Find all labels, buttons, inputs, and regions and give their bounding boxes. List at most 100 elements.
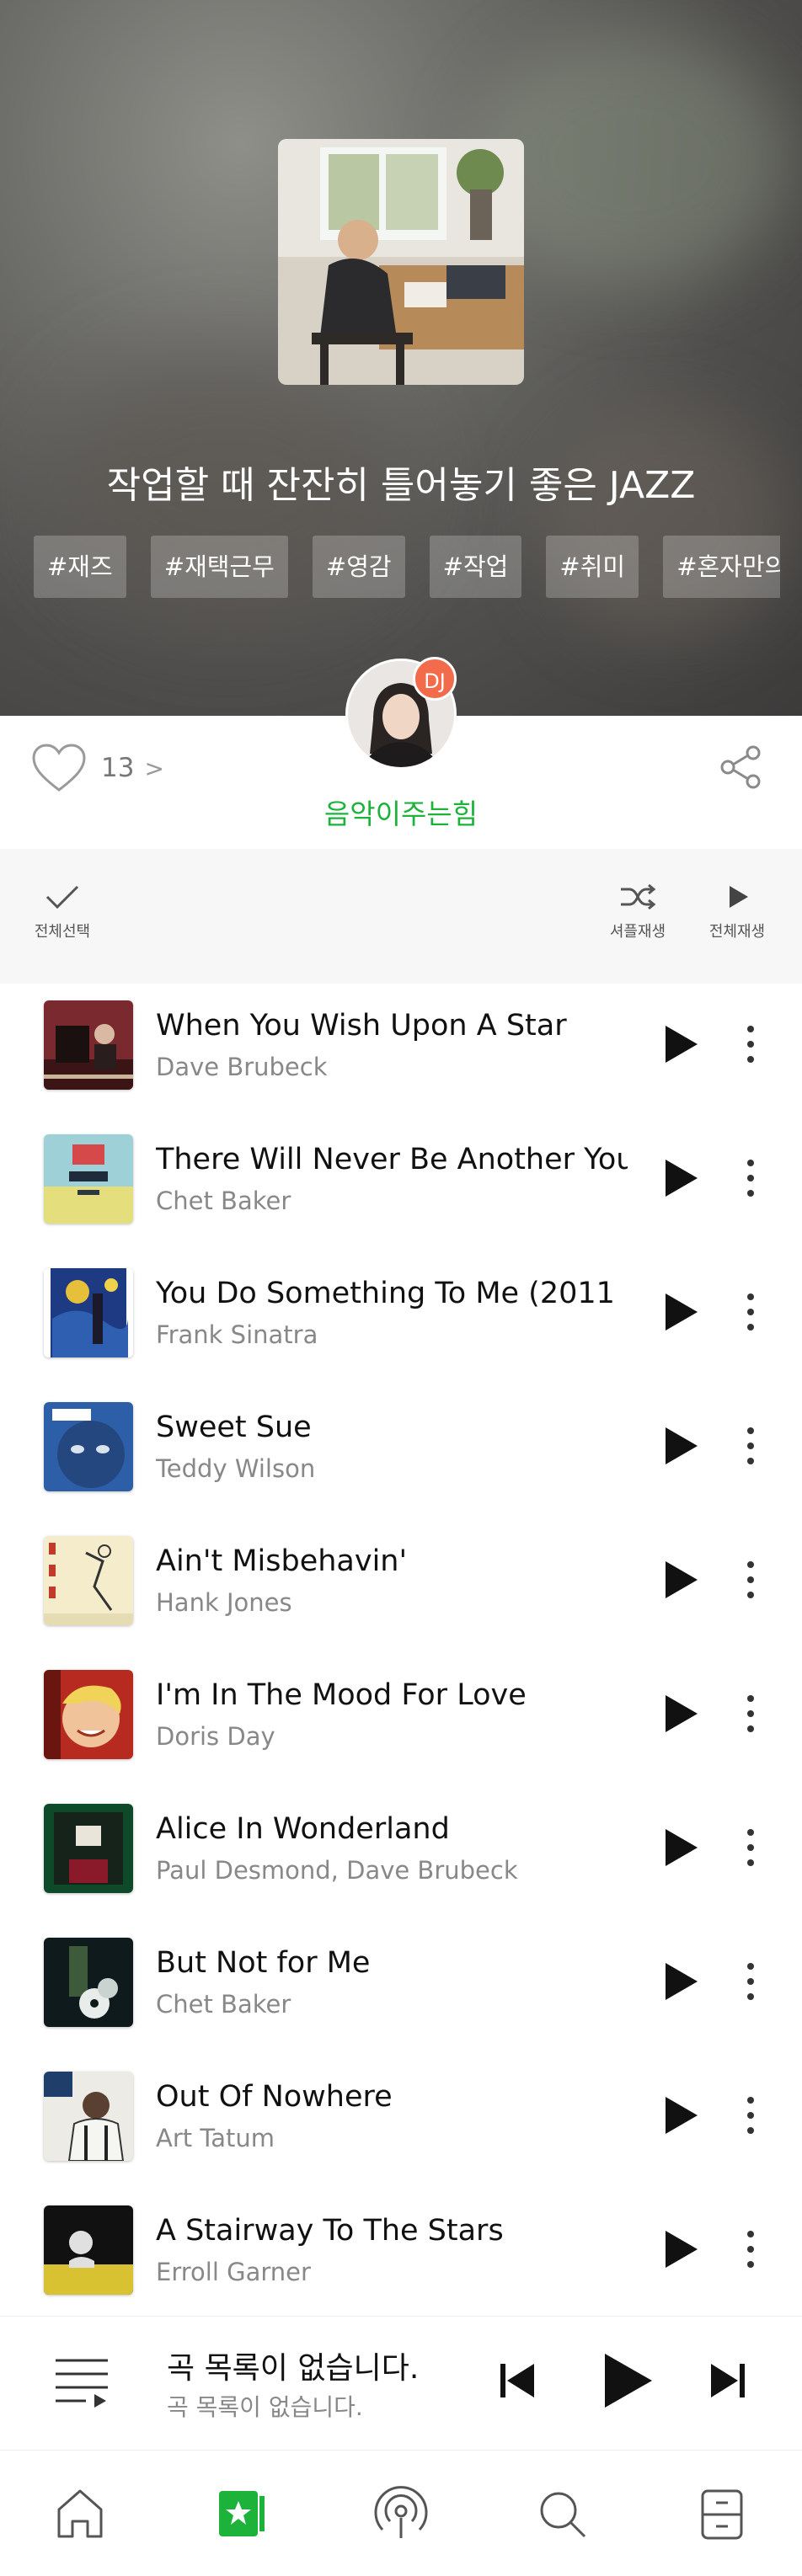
play-icon[interactable]: [659, 1558, 703, 1602]
play-icon[interactable]: [659, 1424, 703, 1468]
more-options-icon[interactable]: [738, 1960, 763, 2003]
play-all-button[interactable]: 전체재생: [699, 883, 775, 941]
tag-list: #재즈 #재택근무 #영감 #작업 #취미 #혼자만의시: [34, 536, 780, 598]
track-title: When You Wish Upon A Star: [156, 1009, 567, 1043]
album-art[interactable]: [44, 1000, 133, 1090]
play-all-label: 전체재생: [708, 923, 766, 941]
playlist-icon[interactable]: [52, 2352, 111, 2411]
track-row[interactable]: I'm In The Mood For Love Doris Day: [0, 1646, 802, 1780]
play-icon[interactable]: [659, 2093, 703, 2137]
track-artist[interactable]: Teddy Wilson: [156, 1454, 628, 1483]
my-music-icon[interactable]: [212, 2484, 271, 2543]
heart-icon[interactable]: [30, 743, 88, 793]
track-row[interactable]: But Not for Me Chet Baker: [0, 1914, 802, 2048]
track-title: Ain't Misbehavin': [156, 1544, 408, 1578]
track-row[interactable]: Ain't Misbehavin' Hank Jones: [0, 1512, 802, 1646]
select-all-label: 전체선택: [34, 923, 91, 941]
track-artist[interactable]: Chet Baker: [156, 1990, 628, 2019]
previous-track-icon[interactable]: [495, 2359, 539, 2403]
now-playing-subtitle: 곡 목록이 없습니다.: [167, 2393, 363, 2421]
track-artist[interactable]: Dave Brubeck: [156, 1053, 628, 1081]
album-art[interactable]: [44, 1402, 133, 1491]
track-row[interactable]: You Do Something To Me (2011 Frank Sinat…: [0, 1245, 802, 1379]
track-artist[interactable]: Paul Desmond, Dave Brubeck: [156, 1856, 628, 1885]
track-row[interactable]: Sweet Sue Teddy Wilson: [0, 1379, 802, 1512]
album-art[interactable]: [44, 1268, 133, 1357]
like-count[interactable]: 13: [101, 753, 134, 783]
more-options-icon[interactable]: [738, 1424, 763, 1468]
tag-chip[interactable]: #작업: [429, 536, 522, 598]
like-list-arrow[interactable]: >: [144, 755, 163, 782]
play-icon[interactable]: [659, 1692, 703, 1736]
album-art[interactable]: [44, 2072, 133, 2161]
tag-chip[interactable]: #영감: [312, 536, 405, 598]
tag-chip[interactable]: #재택근무: [150, 536, 288, 598]
track-title: I'm In The Mood For Love: [156, 1678, 527, 1712]
more-options-icon[interactable]: [738, 1558, 763, 1602]
playlist-toolbar: [0, 849, 802, 984]
now-playing-title[interactable]: 곡 목록이 없습니다.: [167, 2344, 419, 2387]
album-art[interactable]: [44, 1536, 133, 1625]
playlist-title: 작업할 때 잔잔히 틀어놓기 좋은 JAZZ: [106, 464, 696, 507]
library-icon[interactable]: [692, 2484, 751, 2543]
track-artist[interactable]: Frank Sinatra: [156, 1320, 628, 1349]
more-options-icon[interactable]: [738, 1826, 763, 1869]
track-title: But Not for Me: [156, 1946, 371, 1980]
shuffle-play-button[interactable]: 셔플재생: [600, 883, 676, 941]
more-options-icon[interactable]: [738, 2227, 763, 2271]
track-artist[interactable]: Hank Jones: [156, 1588, 628, 1617]
track-title: Sweet Sue: [156, 1411, 312, 1444]
tag-chip[interactable]: #혼자만의시: [663, 536, 780, 598]
album-art[interactable]: [44, 1804, 133, 1893]
podcast-icon[interactable]: [372, 2484, 430, 2543]
play-icon[interactable]: [659, 1826, 703, 1869]
play-icon[interactable]: [659, 1156, 703, 1200]
more-options-icon[interactable]: [738, 1290, 763, 1334]
play-icon[interactable]: [659, 1960, 703, 2003]
track-row[interactable]: Out Of Nowhere Art Tatum: [0, 2048, 802, 2182]
playlist-cover-image[interactable]: [278, 139, 524, 385]
select-all-button[interactable]: 전체선택: [27, 883, 98, 941]
play-icon[interactable]: [596, 2350, 655, 2411]
more-options-icon[interactable]: [738, 2093, 763, 2137]
dj-name[interactable]: 음악이주는힘: [0, 792, 802, 832]
track-artist[interactable]: Erroll Garner: [156, 2258, 628, 2286]
mini-player: 곡 목록이 없습니다. 곡 목록이 없습니다.: [0, 2316, 802, 2451]
album-art[interactable]: [44, 1134, 133, 1224]
more-options-icon[interactable]: [738, 1692, 763, 1736]
play-icon[interactable]: [659, 2227, 703, 2271]
tag-chip[interactable]: #재즈: [34, 536, 126, 598]
play-icon[interactable]: [659, 1290, 703, 1334]
playlist-hero: 작업할 때 잔잔히 틀어놓기 좋은 JAZZ #재즈 #재택근무 #영감 #작업…: [0, 0, 802, 716]
track-title: There Will Never Be Another You: [156, 1143, 628, 1176]
track-artist[interactable]: Doris Day: [156, 1722, 628, 1751]
bottom-nav: [0, 2451, 802, 2576]
play-icon[interactable]: [659, 1022, 703, 1066]
search-icon[interactable]: [532, 2484, 591, 2543]
track-title: You Do Something To Me (2011: [156, 1277, 615, 1310]
track-row[interactable]: When You Wish Upon A Star Dave Brubeck: [0, 977, 802, 1111]
track-artist[interactable]: Art Tatum: [156, 2124, 628, 2152]
playlist-page: 작업할 때 잔잔히 틀어놓기 좋은 JAZZ #재즈 #재택근무 #영감 #작업…: [0, 0, 802, 2576]
track-title: Alice In Wonderland: [156, 1812, 450, 1846]
more-options-icon[interactable]: [738, 1022, 763, 1066]
shuffle-play-label: 셔플재생: [609, 923, 666, 941]
checkmark-icon: [45, 885, 79, 909]
track-row[interactable]: A Stairway To The Stars Erroll Garner: [0, 2182, 802, 2316]
next-track-icon[interactable]: [706, 2359, 750, 2403]
album-art[interactable]: [44, 1670, 133, 1759]
track-row[interactable]: Alice In Wonderland Paul Desmond, Dave B…: [0, 1780, 802, 1914]
track-title: A Stairway To The Stars: [156, 2214, 504, 2248]
like-section: 13 >: [30, 741, 164, 795]
track-artist[interactable]: Chet Baker: [156, 1187, 628, 1215]
home-icon[interactable]: [51, 2484, 110, 2543]
track-list: When You Wish Upon A Star Dave Brubeck T…: [0, 977, 802, 2316]
share-icon[interactable]: [716, 743, 765, 792]
album-art[interactable]: [44, 2205, 133, 2295]
play-icon: [730, 886, 748, 908]
album-art[interactable]: [44, 1938, 133, 2027]
more-options-icon[interactable]: [738, 1156, 763, 1200]
tag-chip[interactable]: #취미: [546, 536, 639, 598]
dj-badge: DJ: [413, 657, 457, 701]
track-row[interactable]: There Will Never Be Another You Chet Bak…: [0, 1111, 802, 1245]
